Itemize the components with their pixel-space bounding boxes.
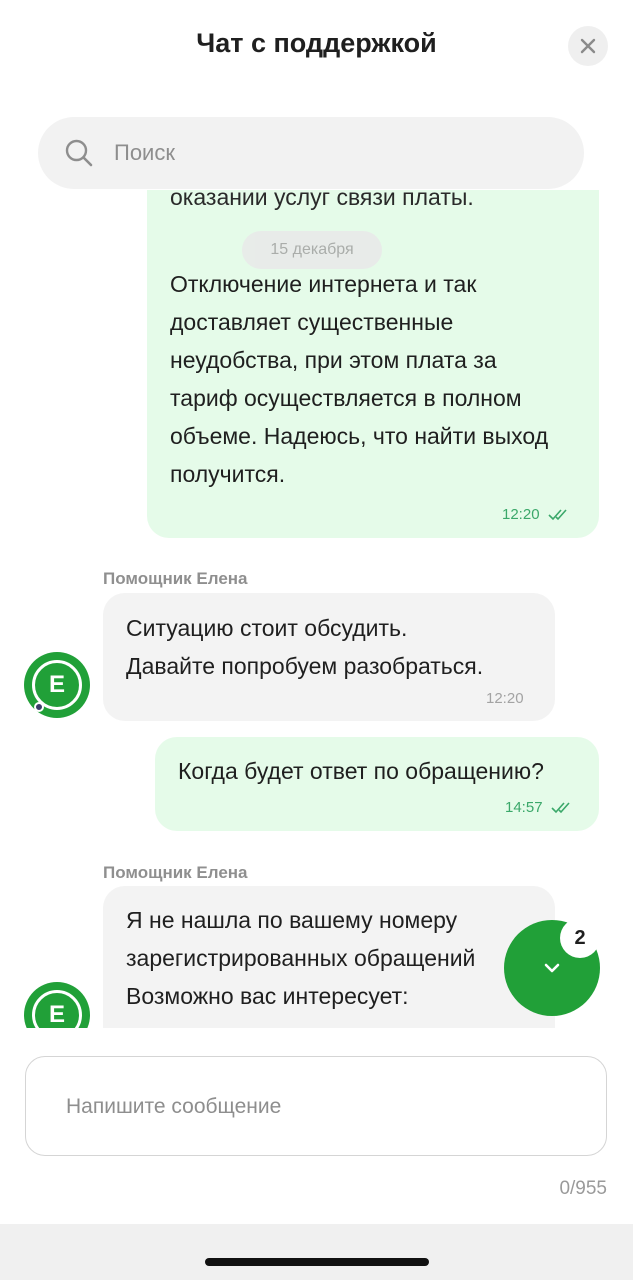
chevron-down-icon	[544, 963, 560, 973]
message-composer: Напишите сообщение 0/955	[0, 1028, 633, 1224]
search-placeholder: Поиск	[114, 140, 175, 165]
message-meta: 12:20	[502, 506, 572, 523]
home-indicator[interactable]	[205, 1258, 429, 1266]
chat-header: Чат с поддержкой	[0, 0, 633, 100]
search-input[interactable]: Поиск	[38, 117, 584, 189]
message-time: 12:20	[486, 690, 524, 707]
close-button[interactable]	[568, 26, 608, 66]
message-text: Отключение интернета и так доставляет су…	[170, 271, 549, 487]
message-meta: 14:57	[505, 799, 575, 816]
double-check-icon	[550, 801, 570, 813]
chat-messages[interactable]: оказании услуг связи платы. 15 декабря О…	[0, 190, 633, 1028]
sender-name: Помощник Елена	[103, 863, 248, 882]
double-check-icon	[547, 508, 567, 520]
message-input[interactable]: Напишите сообщение	[25, 1056, 607, 1156]
sender-name: Помощник Елена	[103, 569, 248, 588]
message-text: Когда будет ответ по обращению?	[178, 758, 544, 784]
message-input-placeholder: Напишите сообщение	[66, 1095, 282, 1118]
unread-count-badge: 2	[560, 918, 600, 958]
avatar-letter: Е	[32, 990, 82, 1028]
avatar-status-dot	[34, 702, 44, 712]
close-icon	[580, 38, 596, 54]
date-separator: 15 декабря	[242, 231, 382, 269]
system-bottom-bar	[0, 1224, 633, 1280]
message-time: 12:20	[502, 506, 540, 523]
message-text: Я не нашла по вашему номеру зарегистриро…	[126, 907, 476, 1009]
character-counter: 0/955	[559, 1178, 607, 1199]
assistant-avatar: Е	[24, 652, 90, 718]
message-text: Ситуацию стоит обсудить. Давайте попробу…	[126, 615, 484, 679]
message-meta: 12:20	[486, 690, 524, 707]
search-icon	[65, 139, 93, 167]
message-time: 14:57	[505, 799, 543, 816]
assistant-avatar: Е	[24, 982, 90, 1028]
message-text-partial: оказании услуг связи платы.	[170, 190, 474, 210]
page-title: Чат с поддержкой	[196, 28, 437, 58]
